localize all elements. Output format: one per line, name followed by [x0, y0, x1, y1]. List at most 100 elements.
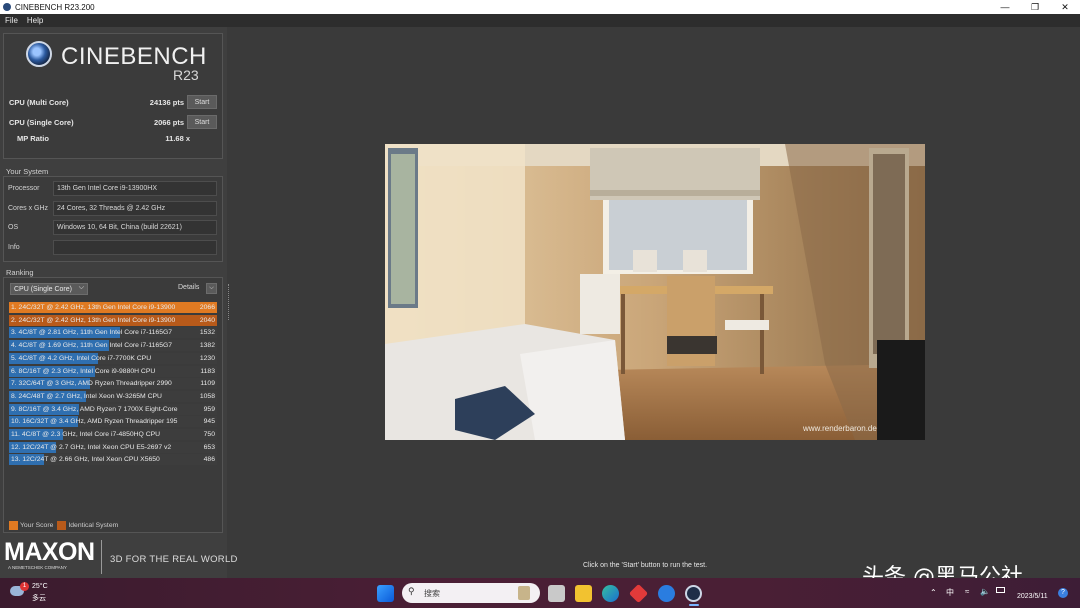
render-credit: www.renderbaron.de [802, 424, 877, 433]
weather-desc: 多云 [32, 595, 46, 602]
ranking-row[interactable]: 8. 24C/48T @ 2.7 GHz, Intel Xeon W-3265M… [9, 390, 217, 402]
ranking-score: 2066 [199, 304, 215, 311]
file-explorer-icon[interactable] [575, 585, 592, 602]
taskbar-search-box[interactable]: ⚲ 搜索 [402, 583, 540, 603]
cinebench-taskbar-icon[interactable] [685, 585, 702, 602]
system-value: 13th Gen Intel Core i9-13900HX [53, 181, 217, 196]
system-label: OS [8, 224, 19, 231]
ranking-score: 1183 [200, 367, 215, 375]
system-row-os: OS Windows 10, 64 Bit, China (build 2262… [6, 220, 218, 235]
ime-indicator[interactable]: 中 [946, 587, 954, 598]
score-value: 2066 pts [153, 118, 184, 127]
maximize-button[interactable]: ❐ [1020, 0, 1050, 14]
ranking-score: 1382 [199, 342, 215, 350]
menu-help[interactable]: Help [27, 16, 43, 25]
branding-divider [101, 540, 102, 574]
ranking-row[interactable]: 7. 32C/64T @ 3 GHz, AMD Ryzen Threadripp… [9, 378, 217, 390]
windows-start-icon[interactable] [377, 585, 394, 602]
ranking-score: 750 [203, 431, 215, 438]
score-label: CPU (Single Core) [9, 118, 74, 127]
ranking-cpu-label: 7. 32C/64T @ 3 GHz, AMD Ryzen Threadripp… [11, 380, 172, 388]
ranking-cpu-label: 6. 8C/16T @ 2.3 GHz, Intel Core i9-9880H… [11, 367, 156, 375]
score-row-multi: CPU (Multi Core) 24136 pts Start [8, 95, 218, 109]
ranking-score: 486 [203, 456, 215, 464]
ranking-cpu-label: 2. 24C/32T @ 2.42 GHz, 13th Gen Intel Co… [11, 316, 176, 324]
ranking-score: 2040 [199, 316, 215, 324]
ranking-row[interactable]: 4. 4C/8T @ 1.69 GHz, 11th Gen Intel Core… [9, 340, 217, 352]
window-title: CINEBENCH R23.200 [15, 2, 95, 12]
active-app-indicator [689, 604, 699, 606]
cinebench-logo-icon [26, 41, 52, 67]
ranking-cpu-label: 8. 24C/48T @ 2.7 GHz, Intel Xeon W-3265M… [11, 392, 162, 400]
ranking-score: 945 [203, 418, 215, 426]
details-toggle-button[interactable]: ⌵ [206, 283, 217, 294]
ranking-row[interactable]: 11. 4C/8T @ 2.3 GHz, Intel Core i7-4850H… [9, 429, 217, 440]
menu-bar: File Help [0, 14, 1080, 27]
ranking-score: 1532 [199, 329, 215, 337]
system-label: Cores x GHz [8, 205, 49, 212]
ranking-row[interactable]: 13. 12C/24T @ 2.66 GHz, Intel Xeon CPU X… [9, 454, 217, 466]
ranking-row[interactable]: 5. 4C/8T @ 4.2 GHz, Intel Core i7-7700K … [9, 352, 217, 364]
close-button[interactable]: ✕ [1050, 0, 1080, 14]
window-titlebar: CINEBENCH R23.200 — ❐ ✕ [0, 0, 1080, 14]
legend-identical: Identical System [68, 522, 119, 529]
ranking-row[interactable]: 3. 4C/8T @ 2.81 GHz, 11th Gen Intel Core… [9, 327, 217, 339]
ranking-score: 1109 [200, 380, 215, 388]
help-badge[interactable]: ? [1058, 588, 1068, 598]
start-multi-button[interactable]: Start [187, 95, 217, 109]
ranking-cpu-label: 11. 4C/8T @ 2.3 GHz, Intel Core i7-4850H… [11, 431, 161, 438]
weather-temp: 25°C [32, 583, 48, 590]
ranking-score: 1058 [199, 392, 215, 400]
taskbar [0, 578, 1080, 608]
ranking-title: Ranking [6, 268, 34, 277]
info-field[interactable] [53, 240, 217, 255]
score-row-single: CPU (Single Core) 2066 pts Start [8, 115, 218, 129]
start-single-button[interactable]: Start [187, 115, 217, 129]
wifi-icon[interactable]: ≈ [965, 587, 969, 596]
ranking-cpu-label: 4. 4C/8T @ 1.69 GHz, 11th Gen Intel Core… [11, 342, 173, 350]
system-value: 24 Cores, 32 Threads @ 2.42 GHz [53, 201, 217, 216]
clock-date[interactable]: 2023/5/11 [1017, 593, 1048, 600]
cinebench-app-icon [3, 3, 11, 11]
ranking-cpu-label: 1. 24C/32T @ 2.42 GHz, 13th Gen Intel Co… [11, 304, 176, 311]
splitter-handle[interactable] [228, 284, 229, 320]
ranking-mode-dropdown[interactable]: CPU (Single Core) ⌵ [10, 283, 88, 295]
battery-icon[interactable] [996, 587, 1005, 593]
ranking-row[interactable]: 12. 12C/24T @ 2.7 GHz, Intel Xeon CPU E5… [9, 441, 217, 453]
status-hint: Click on the 'Start' button to run the t… [583, 562, 708, 569]
your-system-title: Your System [6, 167, 49, 176]
ranking-legend: Your Score Identical System [9, 521, 118, 530]
mp-ratio-label: MP Ratio [17, 134, 49, 143]
ranking-row[interactable]: 10. 16C/32T @ 3.4 GHz, AMD Ryzen Threadr… [9, 416, 217, 428]
speaker-icon[interactable]: 🔈 [980, 587, 990, 596]
system-row-processor: Processor 13th Gen Intel Core i9-13900HX [6, 181, 218, 196]
system-value: Windows 10, 64 Bit, China (build 22621) [53, 220, 217, 235]
ranking-row[interactable]: 9. 8C/16T @ 3.4 GHz, AMD Ryzen 7 1700X E… [9, 403, 217, 415]
system-label: Processor [8, 185, 40, 192]
score-value: 24136 pts [149, 98, 184, 107]
weather-badge: 1 [20, 582, 29, 591]
edge-browser-icon[interactable] [602, 585, 619, 602]
ranking-cpu-label: 5. 4C/8T @ 4.2 GHz, Intel Core i7-7700K … [11, 354, 152, 362]
slogan: 3D FOR THE REAL WORLD [110, 554, 238, 565]
task-view-icon[interactable] [548, 585, 565, 602]
ranking-cpu-label: 12. 12C/24T @ 2.7 GHz, Intel Xeon CPU E5… [11, 443, 172, 451]
menu-file[interactable]: File [5, 16, 18, 25]
maxon-sub: A NEMETSCHEK COMPANY [8, 565, 67, 570]
tray-chevron-icon[interactable]: ⌃ [930, 588, 937, 597]
minimize-button[interactable]: — [990, 0, 1020, 14]
app-blue-icon[interactable] [658, 585, 675, 602]
mp-ratio-row: MP Ratio 11.68 x [8, 131, 218, 145]
ranking-cpu-label: 9. 8C/16T @ 3.4 GHz, AMD Ryzen 7 1700X E… [11, 405, 178, 413]
system-row-info: Info [6, 240, 218, 255]
ranking-score: 1230 [199, 354, 215, 362]
ranking-cpu-label: 10. 16C/32T @ 3.4 GHz, AMD Ryzen Threadr… [11, 418, 178, 426]
ranking-row[interactable]: 2. 24C/32T @ 2.42 GHz, 13th Gen Intel Co… [9, 314, 217, 326]
legend-your-score: Your Score [20, 522, 54, 529]
render-preview: www.renderbaron.de [385, 144, 925, 440]
ranking-score: 653 [203, 443, 215, 451]
ranking-row[interactable]: 1. 24C/32T @ 2.42 GHz, 13th Gen Intel Co… [9, 302, 217, 313]
identical-swatch [57, 521, 67, 530]
score-label: CPU (Multi Core) [9, 98, 69, 107]
ranking-row[interactable]: 6. 8C/16T @ 2.3 GHz, Intel Core i9-9880H… [9, 365, 217, 377]
